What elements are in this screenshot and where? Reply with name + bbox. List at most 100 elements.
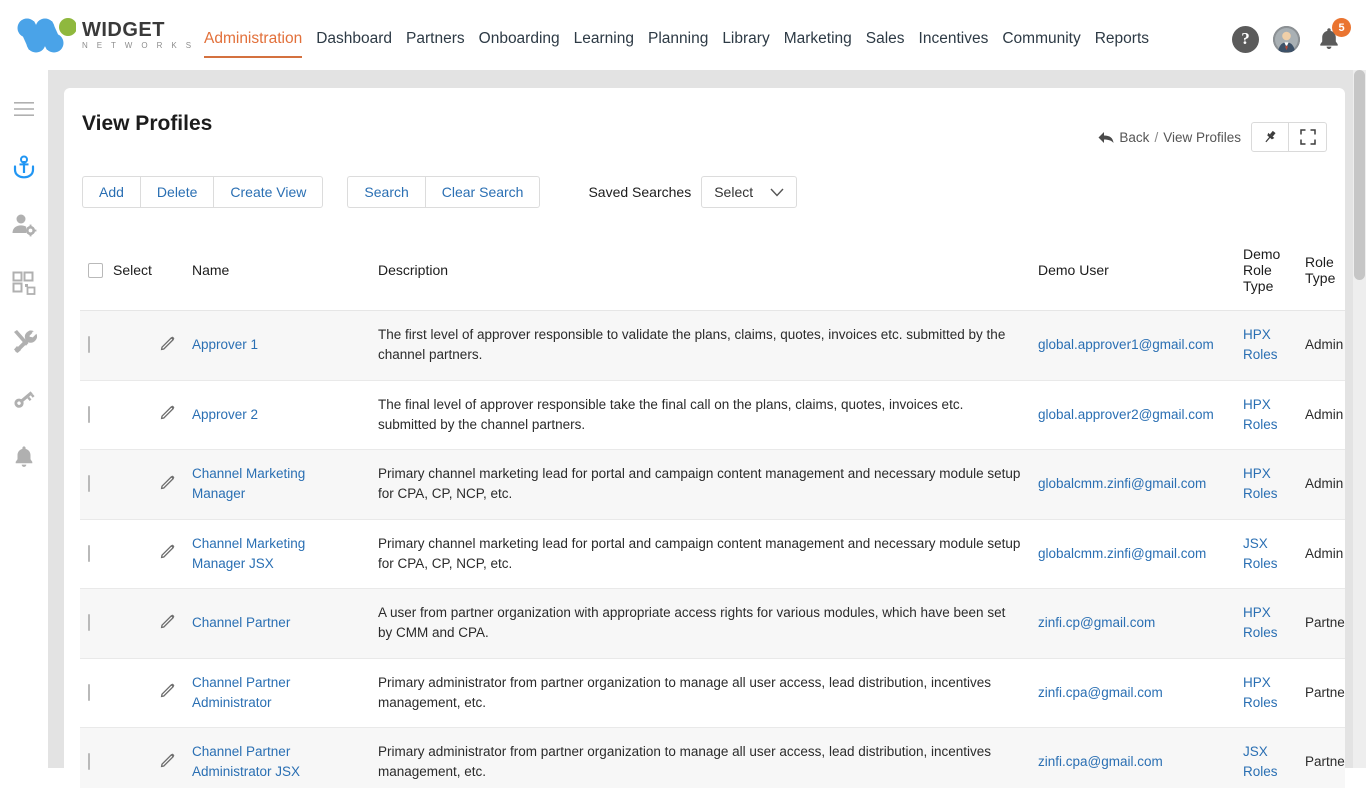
row-select-cell	[80, 519, 152, 589]
profile-name-link[interactable]: Approver 1	[192, 337, 258, 352]
demo-user-link[interactable]: zinfi.cpa@gmail.com	[1038, 754, 1163, 769]
demo-role-type-link[interactable]: HPX Roles	[1243, 327, 1278, 362]
demo-role-type-link[interactable]: JSX Roles	[1243, 536, 1278, 571]
table-row[interactable]: Approver 1The first level of approver re…	[80, 311, 1345, 381]
row-select-cell	[80, 589, 152, 659]
row-edit-cell	[152, 658, 184, 728]
edit-pencil-icon[interactable]	[160, 751, 177, 768]
demo-user-link[interactable]: global.approver2@gmail.com	[1038, 407, 1214, 422]
th-role-type[interactable]: Role Type	[1297, 236, 1345, 311]
nav-item-sales[interactable]: Sales	[866, 30, 905, 54]
user-avatar-icon[interactable]	[1273, 26, 1300, 53]
row-demo-user-cell: zinfi.cpa@gmail.com	[1030, 728, 1235, 788]
sidebar-item-tools[interactable]	[9, 326, 39, 356]
table-row[interactable]: Channel Partner Administrator JSXPrimary…	[80, 728, 1345, 788]
nav-item-dashboard[interactable]: Dashboard	[316, 30, 392, 54]
th-demo-user[interactable]: Demo User	[1030, 236, 1235, 311]
sidebar-item-menu[interactable]	[9, 94, 39, 124]
profile-name-link[interactable]: Channel Marketing Manager JSX	[192, 536, 305, 571]
pin-icon	[1262, 129, 1278, 145]
table-row[interactable]: Channel Partner AdministratorPrimary adm…	[80, 658, 1345, 728]
nav-item-learning[interactable]: Learning	[574, 30, 634, 54]
profile-name-link[interactable]: Channel Partner Administrator JSX	[192, 744, 300, 779]
fullscreen-button[interactable]	[1289, 122, 1327, 152]
nav-item-administration[interactable]: Administration	[204, 30, 302, 54]
row-name-cell: Approver 2	[184, 380, 370, 450]
edit-pencil-icon[interactable]	[160, 403, 177, 420]
top-right-actions: ? 5	[1232, 24, 1344, 54]
table-row[interactable]: Approver 2 The final level of approver re…	[80, 380, 1345, 450]
row-demo-role-type-cell: HPX Roles	[1235, 311, 1297, 381]
row-checkbox[interactable]	[88, 545, 90, 562]
delete-button[interactable]: Delete	[140, 176, 213, 208]
nav-item-onboarding[interactable]: Onboarding	[479, 30, 560, 54]
help-question-icon[interactable]: ?	[1232, 26, 1259, 53]
sidebar-item-qr-grid[interactable]	[9, 268, 39, 298]
nav-item-marketing[interactable]: Marketing	[784, 30, 852, 54]
hamburger-menu-icon	[13, 101, 35, 117]
row-checkbox[interactable]	[88, 406, 90, 423]
demo-role-type-link[interactable]: HPX Roles	[1243, 605, 1278, 640]
demo-user-link[interactable]: globalcmm.zinfi@gmail.com	[1038, 476, 1206, 491]
demo-user-link[interactable]: global.approver1@gmail.com	[1038, 337, 1214, 352]
row-checkbox[interactable]	[88, 614, 90, 631]
sidebar-item-alerts[interactable]	[9, 442, 39, 472]
sidebar-item-key[interactable]	[9, 384, 39, 414]
demo-role-type-link[interactable]: HPX Roles	[1243, 397, 1278, 432]
profile-name-link[interactable]: Channel Marketing Manager	[192, 466, 305, 501]
notification-bell-button[interactable]: 5	[1314, 24, 1344, 54]
edit-pencil-icon[interactable]	[160, 542, 177, 559]
profile-name-link[interactable]: Approver 2	[192, 407, 258, 422]
sidebar-item-anchor[interactable]	[9, 152, 39, 182]
edit-pencil-icon[interactable]	[160, 473, 177, 490]
demo-user-link[interactable]: globalcmm.zinfi@gmail.com	[1038, 546, 1206, 561]
search-button[interactable]: Search	[347, 176, 424, 208]
profile-name-link[interactable]: Channel Partner	[192, 615, 290, 630]
row-checkbox[interactable]	[88, 336, 90, 353]
card-icon-buttons	[1251, 122, 1327, 152]
th-name[interactable]: Name	[184, 236, 370, 311]
pin-button[interactable]	[1251, 122, 1289, 152]
scrollbar-thumb[interactable]	[1354, 70, 1365, 280]
row-demo-user-cell: zinfi.cp@gmail.com	[1030, 589, 1235, 659]
create-view-button[interactable]: Create View	[213, 176, 323, 208]
nav-item-community[interactable]: Community	[1002, 30, 1080, 54]
sidebar-item-user-settings[interactable]	[9, 210, 39, 240]
row-role-type-cell: Admin	[1297, 311, 1345, 381]
row-select-cell	[80, 658, 152, 728]
row-select-cell	[80, 728, 152, 788]
demo-role-type-link[interactable]: HPX Roles	[1243, 675, 1278, 710]
row-demo-user-cell: global.approver1@gmail.com	[1030, 311, 1235, 381]
edit-pencil-icon[interactable]	[160, 612, 177, 629]
nav-item-reports[interactable]: Reports	[1095, 30, 1149, 54]
th-demo-role-type[interactable]: Demo Role Type	[1235, 236, 1297, 311]
add-button[interactable]: Add	[82, 176, 140, 208]
table-row[interactable]: Channel PartnerA user from partner organ…	[80, 589, 1345, 659]
breadcrumb[interactable]: Back / View Profiles	[1098, 130, 1241, 145]
demo-role-type-link[interactable]: JSX Roles	[1243, 744, 1278, 779]
nav-item-planning[interactable]: Planning	[648, 30, 708, 54]
saved-searches-select[interactable]: Select	[701, 176, 797, 208]
th-description[interactable]: Description	[370, 236, 1030, 311]
brand-logo[interactable]: WIDGET N E T W O R K S	[0, 0, 200, 70]
row-checkbox[interactable]	[88, 475, 90, 492]
demo-role-type-link[interactable]: HPX Roles	[1243, 466, 1278, 501]
clear-search-button[interactable]: Clear Search	[425, 176, 541, 208]
breadcrumb-back-link[interactable]: Back	[1119, 130, 1149, 145]
edit-pencil-icon[interactable]	[160, 681, 177, 698]
row-description-cell: The final level of approver responsible …	[370, 380, 1030, 450]
nav-item-partners[interactable]: Partners	[406, 30, 465, 54]
nav-item-incentives[interactable]: Incentives	[919, 30, 989, 54]
nav-item-library[interactable]: Library	[722, 30, 769, 54]
row-checkbox[interactable]	[88, 684, 90, 701]
select-all-checkbox[interactable]	[88, 263, 103, 278]
demo-user-link[interactable]: zinfi.cp@gmail.com	[1038, 615, 1155, 630]
tools-icon	[11, 328, 37, 354]
th-select-label: Select	[113, 262, 152, 278]
profile-name-link[interactable]: Channel Partner Administrator	[192, 675, 290, 710]
demo-user-link[interactable]: zinfi.cpa@gmail.com	[1038, 685, 1163, 700]
table-row[interactable]: Channel Marketing Manager JSXPrimary cha…	[80, 519, 1345, 589]
edit-pencil-icon[interactable]	[160, 334, 177, 351]
table-row[interactable]: Channel Marketing ManagerPrimary channel…	[80, 450, 1345, 520]
page-scrollbar[interactable]	[1353, 70, 1366, 768]
